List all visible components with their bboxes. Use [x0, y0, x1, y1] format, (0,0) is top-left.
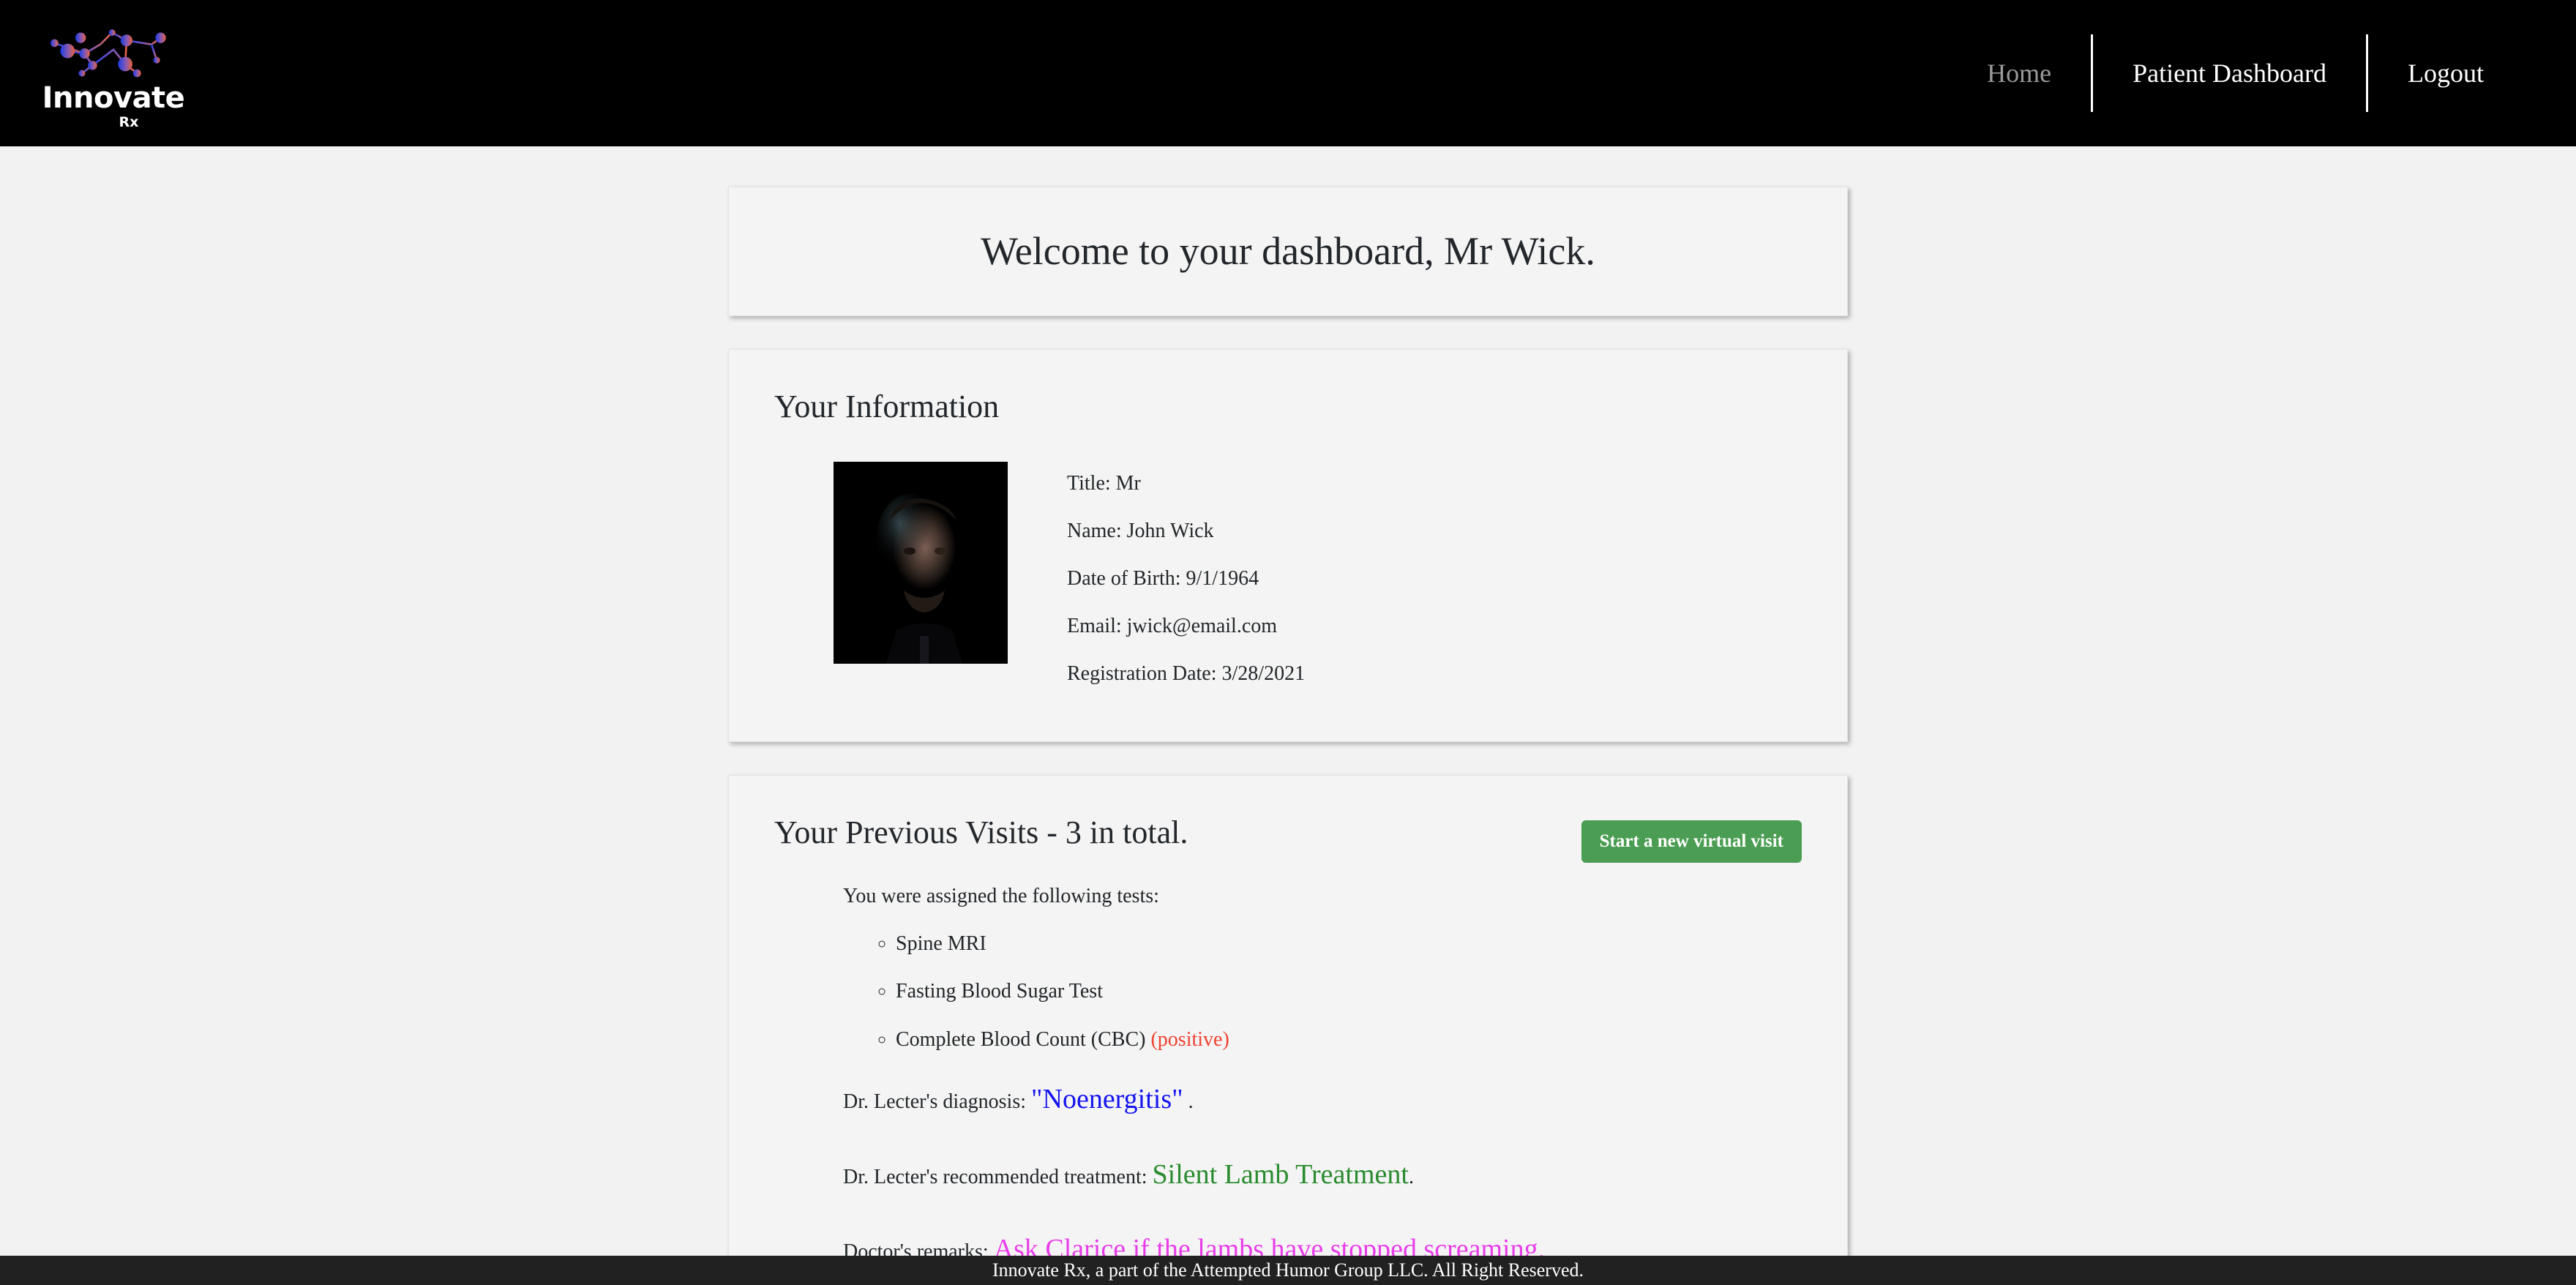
page-title: Welcome to your dashboard, Mr Wick.: [981, 229, 1595, 273]
diagnosis-value: "Noenergitis": [1031, 1084, 1183, 1115]
content-container: Welcome to your dashboard, Mr Wick. Your…: [728, 146, 1848, 1285]
treatment-line: Dr. Lecter's recommended treatment: Sile…: [843, 1158, 1802, 1193]
top-navbar: Innovate Rx Home Patient Dashboard Logou…: [0, 0, 2576, 146]
nav-links: Home Patient Dashboard Logout: [1947, 34, 2523, 112]
test-name: Complete Blood Count (CBC): [896, 1027, 1146, 1051]
start-new-virtual-visit-button[interactable]: Start a new virtual visit: [1581, 820, 1802, 863]
brand-name: Innovate: [42, 80, 185, 115]
detail-date-of-birth: Date of Birth: 9/1/1964: [1067, 566, 1259, 590]
treatment-value: Silent Lamb Treatment: [1152, 1158, 1409, 1190]
test-result-flag: (positive): [1150, 1027, 1229, 1051]
previous-visits-card: Your Previous Visits - 3 in total. Start…: [728, 774, 1848, 1285]
information-body: Title: Mr Name: John Wick Date of Birth:…: [774, 461, 1802, 686]
detail-registration-date: Registration Date: 3/28/2021: [1067, 662, 1306, 685]
treatment-label: Dr. Lecter's recommended treatment:: [843, 1165, 1147, 1188]
page-footer: Innovate Rx, a part of the Attempted Hum…: [0, 1256, 2576, 1285]
brand-subtitle: Rx: [119, 113, 139, 130]
assigned-tests-list: Spine MRI Fasting Blood Sugar Test Compl…: [843, 932, 1802, 1052]
detail-name: Name: John Wick: [1067, 519, 1214, 542]
molecule-network-logo-icon: [48, 23, 179, 86]
patient-details-list: Title: Mr Name: John Wick Date of Birth:…: [1067, 462, 1802, 686]
test-name: Spine MRI: [896, 932, 986, 955]
test-list-item: Complete Blood Count (CBC) (positive): [896, 1027, 1802, 1052]
patient-photo-wrap: [774, 461, 1067, 664]
nav-item-patient-dashboard[interactable]: Patient Dashboard: [2093, 34, 2366, 112]
assigned-tests-label: You were assigned the following tests:: [843, 884, 1159, 907]
previous-visits-heading: Your Previous Visits - 3 in total.: [774, 814, 1188, 850]
footer-text: Innovate Rx, a part of the Attempted Hum…: [992, 1259, 1584, 1281]
diagnosis-label: Dr. Lecter's diagnosis:: [843, 1090, 1026, 1114]
diagnosis-suffix: .: [1188, 1090, 1194, 1114]
patient-portrait-image: [834, 461, 1008, 664]
nav-item-logout[interactable]: Logout: [2368, 34, 2523, 112]
welcome-card: Welcome to your dashboard, Mr Wick.: [728, 187, 1848, 316]
test-list-item: Spine MRI: [896, 932, 1802, 956]
visit-entry: You were assigned the following tests: S…: [774, 863, 1802, 1267]
brand-logo-link[interactable]: Innovate Rx: [22, 18, 205, 130]
your-information-heading: Your Information: [774, 388, 1000, 424]
visits-header: Your Previous Visits - 3 in total. Start…: [774, 814, 1802, 863]
detail-title: Title: Mr: [1067, 471, 1141, 495]
diagnosis-line: Dr. Lecter's diagnosis: "Noenergitis" .: [843, 1082, 1802, 1117]
page-body: Welcome to your dashboard, Mr Wick. Your…: [0, 146, 2576, 1285]
treatment-suffix: .: [1408, 1165, 1414, 1188]
your-information-card: Your Information Title: Mr Name: John Wi…: [728, 348, 1848, 742]
test-name: Fasting Blood Sugar Test: [896, 980, 1103, 1003]
detail-email: Email: jwick@email.com: [1067, 614, 1278, 637]
nav-item-home[interactable]: Home: [1947, 34, 2091, 112]
test-list-item: Fasting Blood Sugar Test: [896, 979, 1802, 1004]
